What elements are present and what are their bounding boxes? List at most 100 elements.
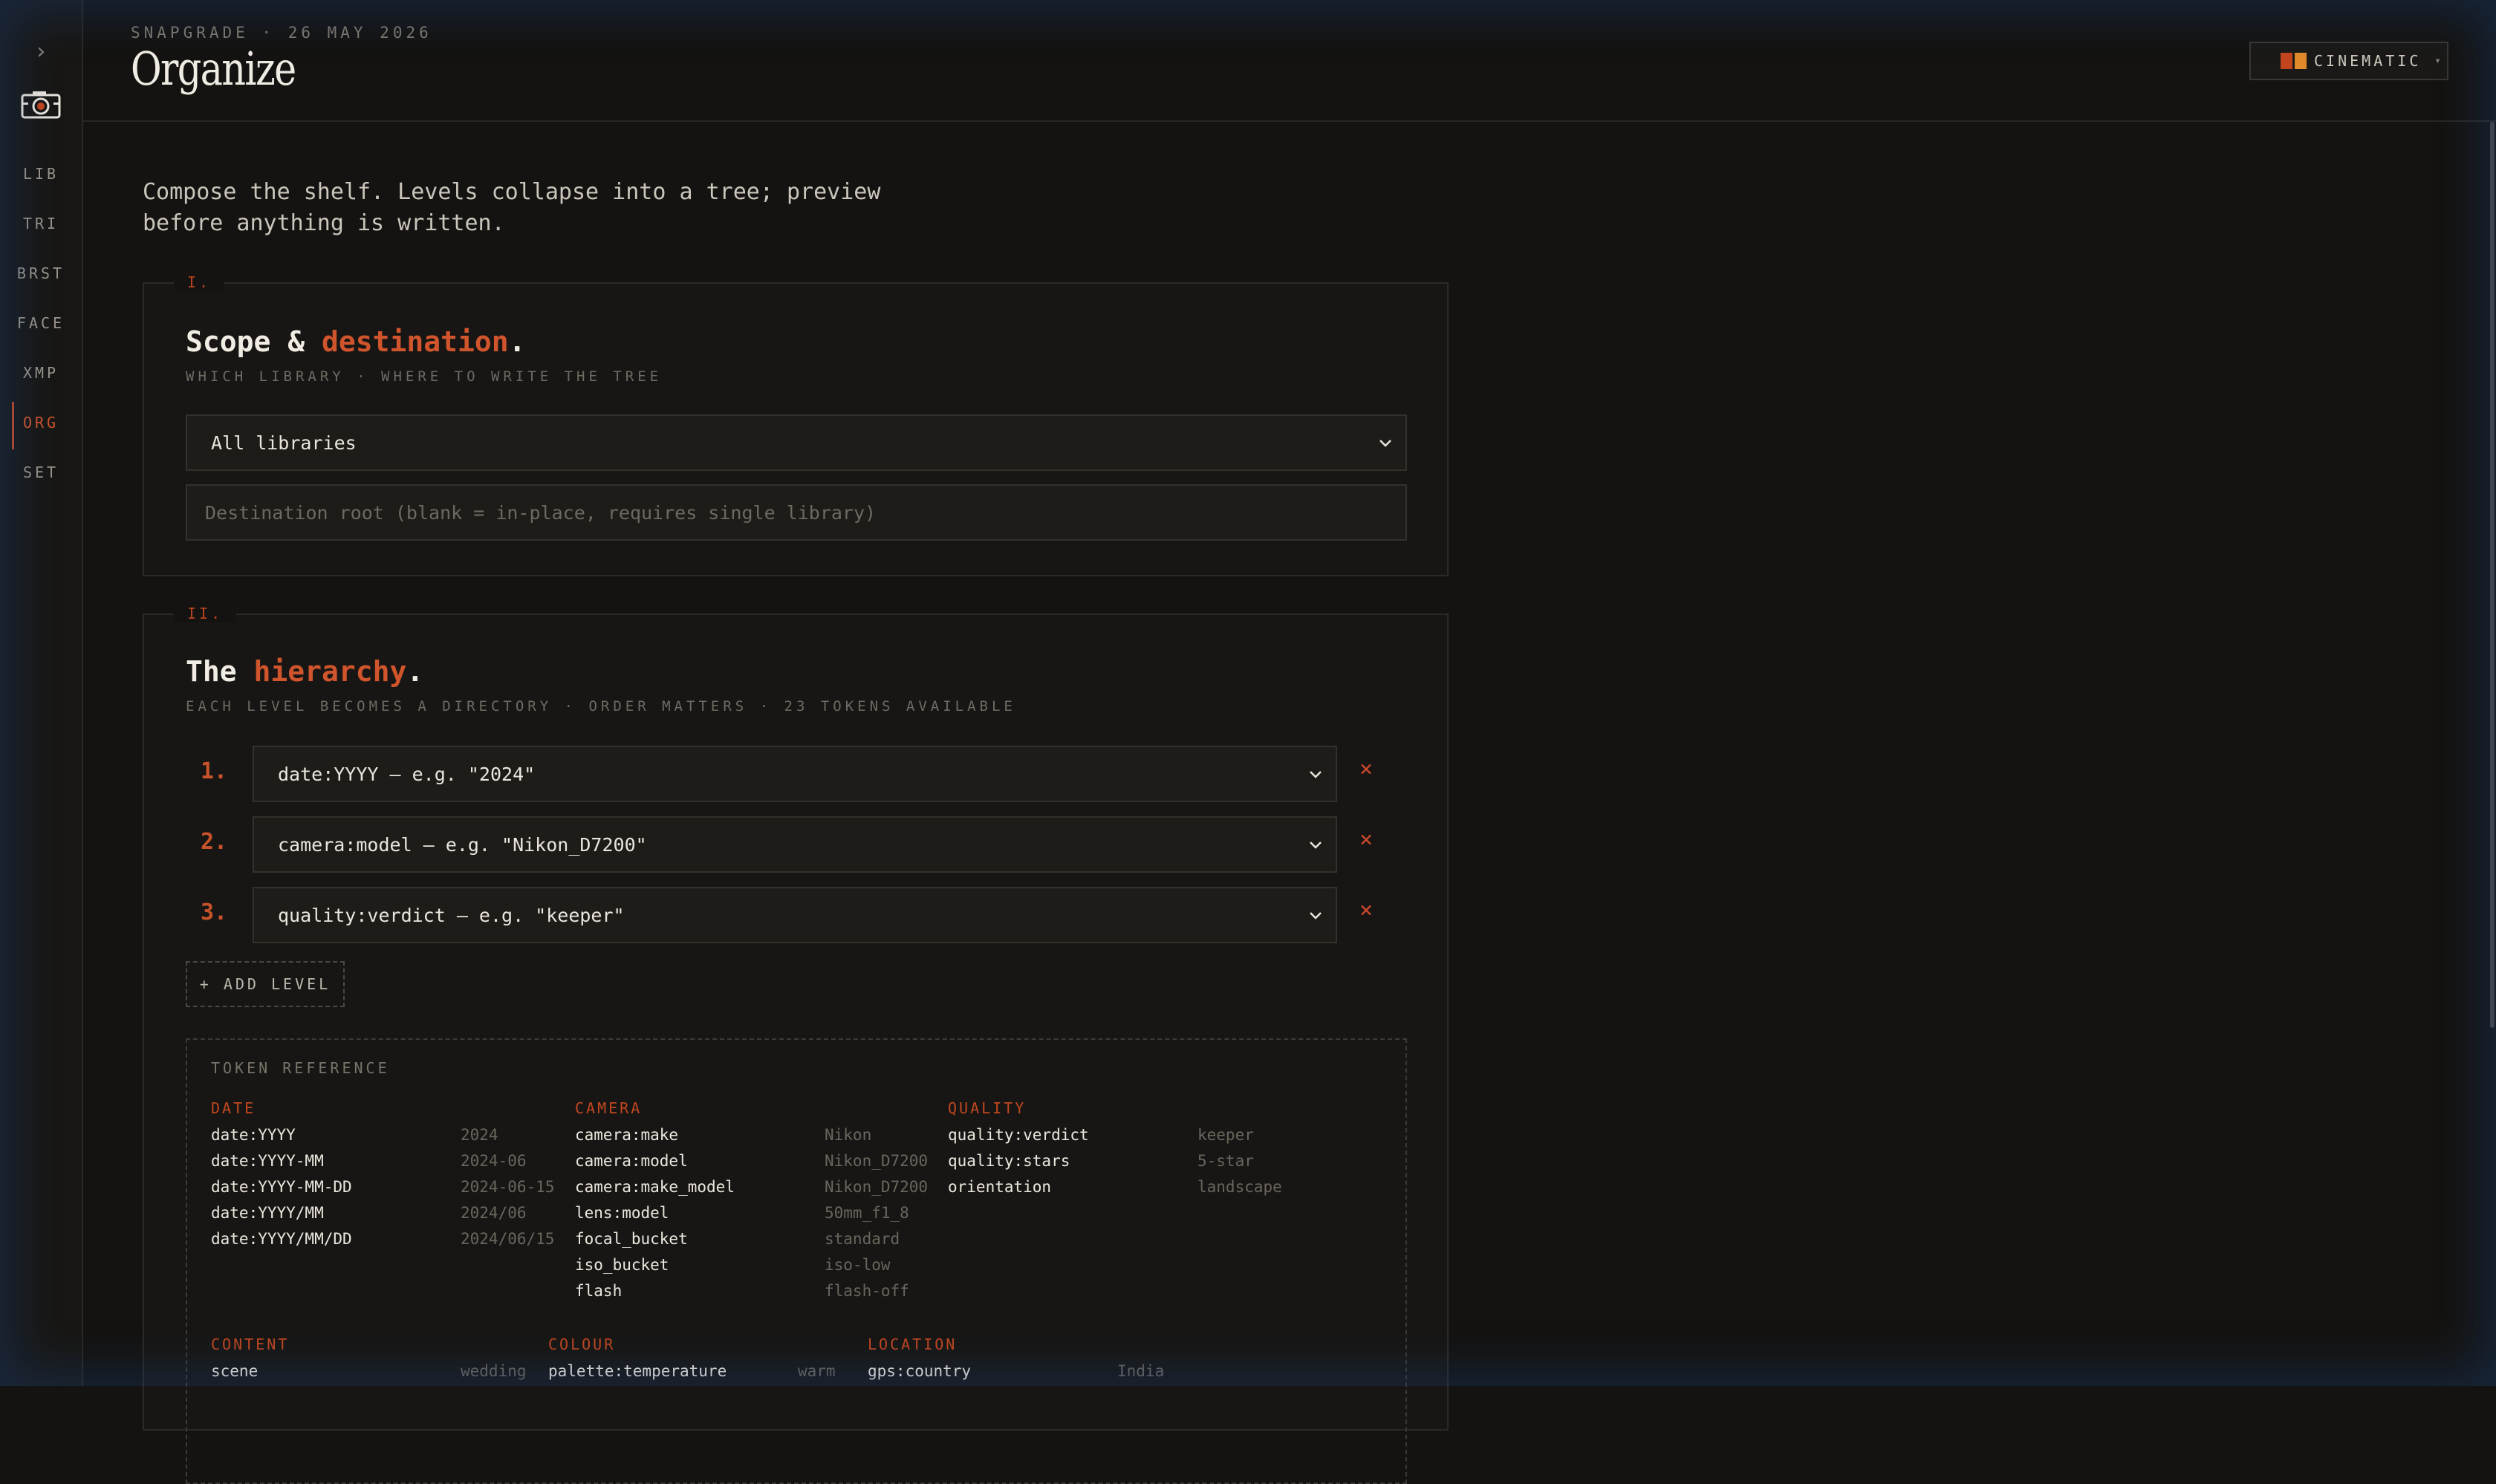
remove-level-icon[interactable]: × xyxy=(1359,756,1373,782)
level-token-value: quality:verdict — e.g. "keeper" xyxy=(278,904,625,926)
token-name: date:YYYY-MM-DD xyxy=(211,1177,352,1196)
camera-logo-icon xyxy=(21,91,61,119)
panel-numeral: I. xyxy=(174,273,225,291)
token-name: flash xyxy=(575,1281,623,1300)
token-reference-label: TOKEN REFERENCE xyxy=(211,1059,390,1077)
token-name: date:YYYY-MM xyxy=(211,1151,324,1170)
token-example: 2024/06/15 xyxy=(461,1229,555,1248)
token-group-quality: QUALITY quality:verdict keeper quality:star… xyxy=(948,1099,1282,1200)
theme-label: CINEMATIC xyxy=(2314,52,2422,70)
intro-text: Compose the shelf. Levels collapse into … xyxy=(143,179,881,236)
sidebar-item-org[interactable]: ORG xyxy=(0,402,82,449)
panel-title: The hierarchy. xyxy=(186,655,424,688)
chevron-down-icon xyxy=(1310,912,1322,920)
token-example: keeper xyxy=(1197,1125,1254,1144)
page-title: Organize xyxy=(131,42,296,96)
sidebar-toggle-chevron-icon[interactable]: › xyxy=(0,37,82,67)
token-name: iso_bucket xyxy=(575,1255,669,1274)
token-example: 50mm_f1_8 xyxy=(825,1203,909,1222)
token-name: palette:temperature xyxy=(548,1361,727,1380)
token-name: date:YYYY/MM xyxy=(211,1203,324,1222)
token-example: standard xyxy=(825,1229,900,1248)
sidebar: › LIB TRI BRST FACE XMP ORG SET xyxy=(0,0,83,1386)
token-example: iso-low xyxy=(825,1255,891,1274)
token-name: camera:make_model xyxy=(575,1177,735,1196)
token-example: 2024-06-15 xyxy=(461,1177,555,1196)
theme-swatch-icon xyxy=(2281,53,2307,69)
sidebar-item-lib[interactable]: LIB xyxy=(0,153,82,195)
token-name: camera:model xyxy=(575,1151,688,1170)
token-row[interactable]: date:YYYY-MM-DD 2024-06-15 xyxy=(211,1174,554,1200)
destination-root-input[interactable]: Destination root (blank = in-place, requ… xyxy=(186,484,1407,541)
chevron-down-icon xyxy=(1379,440,1391,447)
token-row[interactable]: quality:stars 5-star xyxy=(948,1148,1282,1174)
remove-level-icon[interactable]: × xyxy=(1359,827,1373,853)
token-group-colour: COLOUR palette:temperature warm xyxy=(548,1335,836,1384)
token-example: Nikon xyxy=(825,1125,872,1144)
token-row[interactable]: date:YYYY/MM 2024/06 xyxy=(211,1200,554,1226)
panel-numeral: II. xyxy=(174,605,237,622)
token-row[interactable]: date:YYYY 2024 xyxy=(211,1122,554,1148)
token-group-heading: LOCATION xyxy=(868,1335,958,1353)
token-row[interactable]: flash flash-off xyxy=(575,1278,928,1304)
token-group-heading: QUALITY xyxy=(948,1099,1027,1117)
sidebar-item-tri[interactable]: TRI xyxy=(0,203,82,244)
token-row[interactable]: scene wedding xyxy=(211,1358,527,1384)
panel-subtitle: EACH LEVEL BECOMES A DIRECTORY · ORDER M… xyxy=(186,698,1016,715)
level-token-select[interactable]: date:YYYY — e.g. "2024" xyxy=(253,746,1337,802)
token-group-heading: COLOUR xyxy=(548,1335,616,1353)
token-group-location: LOCATION gps:country India xyxy=(868,1335,1164,1384)
chevron-down-icon xyxy=(1310,771,1322,778)
level-token-value: date:YYYY — e.g. "2024" xyxy=(278,763,536,785)
sidebar-item-brst[interactable]: BRST xyxy=(0,253,82,294)
token-example: 2024-06 xyxy=(461,1151,527,1170)
token-name: lens:model xyxy=(575,1203,669,1222)
token-name: quality:verdict xyxy=(948,1125,1089,1144)
library-select-value: All libraries xyxy=(211,432,357,454)
token-group-content: CONTENT scene wedding xyxy=(211,1335,527,1384)
sidebar-item-set[interactable]: SET xyxy=(0,452,82,493)
token-row[interactable]: date:YYYY/MM/DD 2024/06/15 xyxy=(211,1226,554,1252)
theme-selector-button[interactable]: CINEMATIC ▾ xyxy=(2249,42,2448,80)
token-name: scene xyxy=(211,1361,259,1380)
token-name: quality:stars xyxy=(948,1151,1070,1170)
token-example: Nikon_D7200 xyxy=(825,1177,929,1196)
level-token-value: camera:model — e.g. "Nikon_D7200" xyxy=(278,833,647,856)
library-select[interactable]: All libraries xyxy=(186,414,1407,471)
level-number: 2. xyxy=(201,829,228,855)
token-row[interactable]: quality:verdict keeper xyxy=(948,1122,1282,1148)
level-token-select[interactable]: camera:model — e.g. "Nikon_D7200" xyxy=(253,816,1337,873)
chevron-down-icon xyxy=(1310,842,1322,849)
level-token-select[interactable]: quality:verdict — e.g. "keeper" xyxy=(253,887,1337,943)
token-row[interactable]: palette:temperature warm xyxy=(548,1358,836,1384)
add-level-button[interactable]: + ADD LEVEL xyxy=(186,961,345,1007)
panel-title: Scope & destination. xyxy=(186,325,526,358)
token-group-heading: CAMERA xyxy=(575,1099,643,1117)
page-kicker: SNAPGRADE · 26 MAY 2026 xyxy=(131,24,432,42)
token-example: 5-star xyxy=(1197,1151,1254,1170)
token-row[interactable]: iso_bucket iso-low xyxy=(575,1252,928,1278)
sidebar-item-face[interactable]: FACE xyxy=(0,302,82,344)
scrollbar-thumb[interactable] xyxy=(2490,122,2495,1028)
remove-level-icon[interactable]: × xyxy=(1359,897,1373,923)
caret-down-icon: ▾ xyxy=(2434,55,2444,67)
token-row[interactable]: focal_bucket standard xyxy=(575,1226,928,1252)
token-group-camera: CAMERA camera:make Nikon camera:model Nikon_… xyxy=(575,1099,928,1304)
token-example: warm xyxy=(798,1361,836,1380)
token-example: flash-off xyxy=(825,1281,909,1300)
level-number: 1. xyxy=(201,758,228,784)
token-name: camera:make xyxy=(575,1125,679,1144)
token-reference: TOKEN REFERENCE DATE date:YYYY 2024 date:YY… xyxy=(186,1038,1407,1484)
token-group-heading: CONTENT xyxy=(211,1335,290,1353)
token-example: landscape xyxy=(1197,1177,1282,1196)
token-row[interactable]: orientation landscape xyxy=(948,1174,1282,1200)
token-row[interactable]: gps:country India xyxy=(868,1358,1164,1384)
token-example: 2024/06 xyxy=(461,1203,527,1222)
token-row[interactable]: lens:model 50mm_f1_8 xyxy=(575,1200,928,1226)
sidebar-item-xmp[interactable]: XMP xyxy=(0,352,82,394)
token-row[interactable]: camera:make_model Nikon_D7200 xyxy=(575,1174,928,1200)
token-row[interactable]: camera:model Nikon_D7200 xyxy=(575,1148,928,1174)
token-row[interactable]: date:YYYY-MM 2024-06 xyxy=(211,1148,554,1174)
page-header: SNAPGRADE · 26 MAY 2026 Organize CINEMAT… xyxy=(83,0,2496,122)
token-row[interactable]: camera:make Nikon xyxy=(575,1122,928,1148)
